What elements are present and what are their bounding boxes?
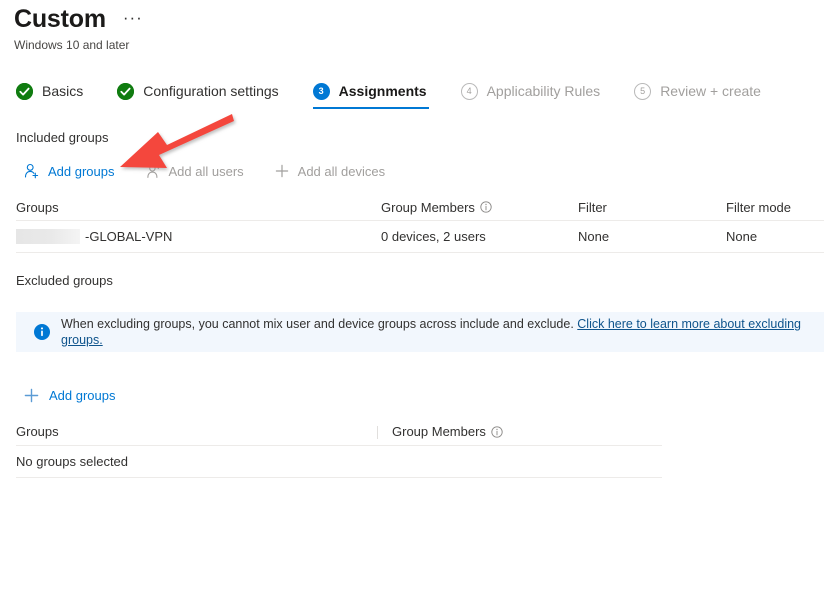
add-all-devices-button[interactable]: Add all devices — [268, 159, 397, 183]
step-number-badge: 4 — [460, 82, 478, 100]
step-number-badge: 5 — [634, 82, 652, 100]
column-header-groups[interactable]: Groups — [16, 424, 378, 439]
page-title: Custom — [14, 5, 106, 33]
table-header-row: Groups Group Members Filter Filter mode — [16, 194, 824, 221]
tab-review-create[interactable]: 5 Review + create — [634, 82, 777, 109]
excluded-groups-label: Excluded groups — [16, 273, 113, 288]
cell-filter[interactable]: None — [578, 229, 726, 244]
add-all-users-label: Add all users — [168, 163, 244, 179]
column-header-group-members-label: Group Members — [392, 424, 486, 439]
tab-review-create-label: Review + create — [660, 83, 761, 99]
plus-icon — [24, 388, 39, 403]
step-complete-icon — [16, 82, 33, 100]
tab-configuration-settings-label: Configuration settings — [143, 83, 279, 99]
excluded-groups-info-banner: When excluding groups, you cannot mix us… — [16, 312, 824, 352]
table-header-row: Groups Group Members — [16, 418, 662, 446]
banner-message: When excluding groups, you cannot mix us… — [61, 316, 824, 348]
page-subtitle: Windows 10 and later — [14, 38, 130, 52]
title-row: Custom ··· — [14, 4, 146, 34]
tab-applicability-rules-label: Applicability Rules — [486, 83, 601, 99]
included-groups-table: Groups Group Members Filter Filter mode … — [16, 194, 824, 253]
group-name-text: -GLOBAL-VPN — [85, 229, 173, 244]
redacted-text-block — [16, 229, 80, 244]
step-number-badge: 3 — [312, 82, 330, 100]
add-user-icon — [24, 163, 40, 179]
excluded-add-groups-label: Add groups — [49, 388, 116, 403]
add-groups-label: Add groups — [48, 163, 115, 179]
add-all-users-button[interactable]: Add all users — [139, 159, 256, 183]
excluded-groups-table: Groups Group Members No groups selected — [16, 418, 662, 478]
all-users-icon — [145, 163, 161, 179]
table-empty-row: No groups selected — [16, 446, 662, 478]
cell-filter-mode[interactable]: None — [726, 229, 824, 244]
column-header-group-members-label: Group Members — [381, 199, 475, 215]
included-groups-command-bar: Add groups Add all users Add all devices — [18, 159, 409, 183]
tab-assignments[interactable]: 3 Assignments — [312, 82, 443, 109]
info-icon[interactable] — [491, 425, 503, 438]
add-all-devices-label: Add all devices — [297, 163, 386, 179]
tab-basics[interactable]: Basics — [16, 82, 99, 109]
wizard-steps: Basics Configuration settings 3 Assignme… — [16, 82, 777, 118]
column-header-group-members[interactable]: Group Members — [381, 200, 578, 215]
included-groups-label: Included groups — [16, 130, 109, 145]
no-groups-selected-text: No groups selected — [16, 454, 129, 469]
page-header: Custom ··· Windows 10 and later — [14, 4, 146, 53]
tab-configuration-settings[interactable]: Configuration settings — [117, 82, 294, 109]
info-icon — [34, 324, 50, 340]
banner-message-text: When excluding groups, you cannot mix us… — [61, 317, 578, 331]
column-header-group-members[interactable]: Group Members — [378, 424, 658, 439]
tab-basics-label: Basics — [42, 83, 84, 99]
info-icon[interactable] — [480, 201, 492, 213]
column-header-filter[interactable]: Filter — [578, 200, 726, 215]
add-groups-button[interactable]: Add groups — [18, 159, 127, 183]
tab-applicability-rules[interactable]: 4 Applicability Rules — [460, 82, 617, 109]
tab-assignments-label: Assignments — [338, 83, 427, 99]
cell-group-name: -GLOBAL-VPN — [16, 229, 381, 244]
step-complete-icon — [117, 82, 135, 100]
plus-icon — [274, 163, 290, 179]
more-options-icon[interactable]: ··· — [120, 9, 146, 26]
column-header-groups[interactable]: Groups — [16, 200, 381, 215]
column-header-filter-mode[interactable]: Filter mode — [726, 200, 824, 215]
excluded-add-groups-button[interactable]: Add groups — [18, 385, 122, 406]
cell-group-members: 0 devices, 2 users — [381, 229, 486, 244]
table-row[interactable]: -GLOBAL-VPN 0 devices, 2 users None None — [16, 221, 824, 253]
